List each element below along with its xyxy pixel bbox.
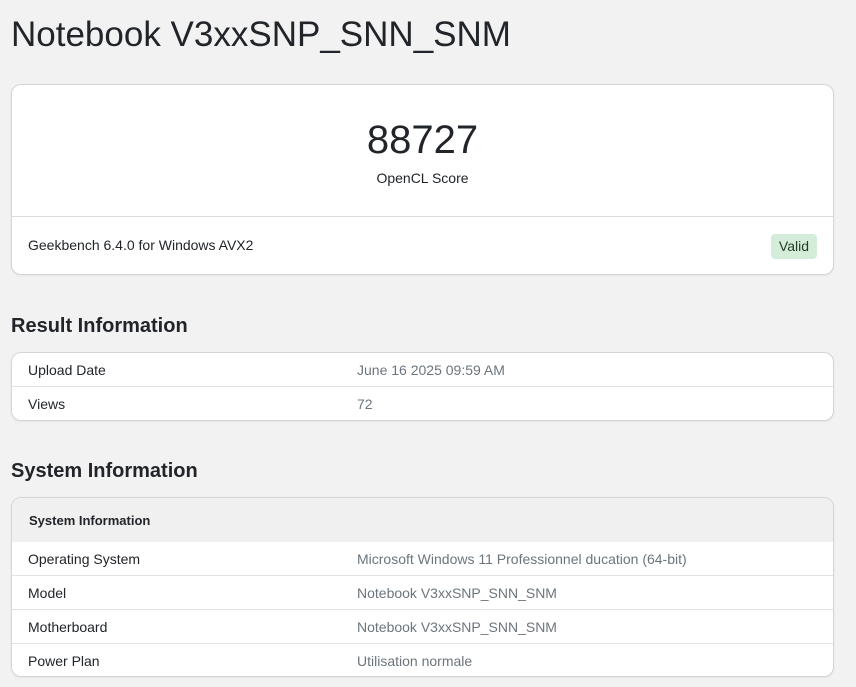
score-card: 88727 OpenCL Score Geekbench 6.4.0 for W… [11, 84, 834, 275]
opencl-score-label: OpenCL Score [376, 170, 469, 186]
power-plan-label: Power Plan [28, 653, 100, 669]
upload-date-value: June 16 2025 09:59 AM [357, 362, 505, 378]
operating-system-label: Operating System [28, 551, 141, 567]
score-footer: Geekbench 6.4.0 for Windows AVX2 Valid [12, 217, 833, 274]
page-title: Notebook V3xxSNP_SNN_SNM [11, 15, 511, 54]
table-row: Motherboard Notebook V3xxSNP_SNN_SNM [12, 609, 833, 643]
motherboard-value: Notebook V3xxSNP_SNN_SNM [357, 619, 557, 635]
operating-system-value: Microsoft Windows 11 Professionnel ducat… [357, 551, 687, 567]
table-header: System Information [12, 498, 833, 542]
system-information-heading: System Information [11, 460, 198, 482]
views-label: Views [28, 396, 66, 412]
table-row: Upload Date June 16 2025 09:59 AM [12, 353, 833, 386]
table-row: Views 72 [12, 386, 833, 420]
page: Notebook V3xxSNP_SNN_SNM 88727 OpenCL Sc… [0, 0, 856, 687]
model-value: Notebook V3xxSNP_SNN_SNM [357, 585, 557, 601]
opencl-score-value: 88727 [366, 118, 479, 162]
status-badge: Valid [770, 234, 817, 259]
table-row: Operating System Microsoft Windows 11 Pr… [12, 542, 833, 575]
motherboard-label: Motherboard [28, 619, 108, 635]
model-label: Model [28, 585, 67, 601]
power-plan-value: Utilisation normale [357, 653, 473, 669]
upload-date-label: Upload Date [28, 362, 106, 378]
system-information-table: System Information Operating System Micr… [11, 497, 834, 677]
table-row: Model Notebook V3xxSNP_SNN_SNM [12, 575, 833, 609]
result-information-table: Upload Date June 16 2025 09:59 AM Views … [11, 352, 834, 421]
table-header-label: System Information [29, 513, 151, 528]
score-summary: 88727 OpenCL Score [12, 85, 833, 217]
benchmark-version: Geekbench 6.4.0 for Windows AVX2 [28, 237, 254, 253]
result-information-heading: Result Information [11, 315, 188, 337]
views-value: 72 [357, 396, 373, 412]
table-row: Power Plan Utilisation normale [12, 643, 833, 676]
